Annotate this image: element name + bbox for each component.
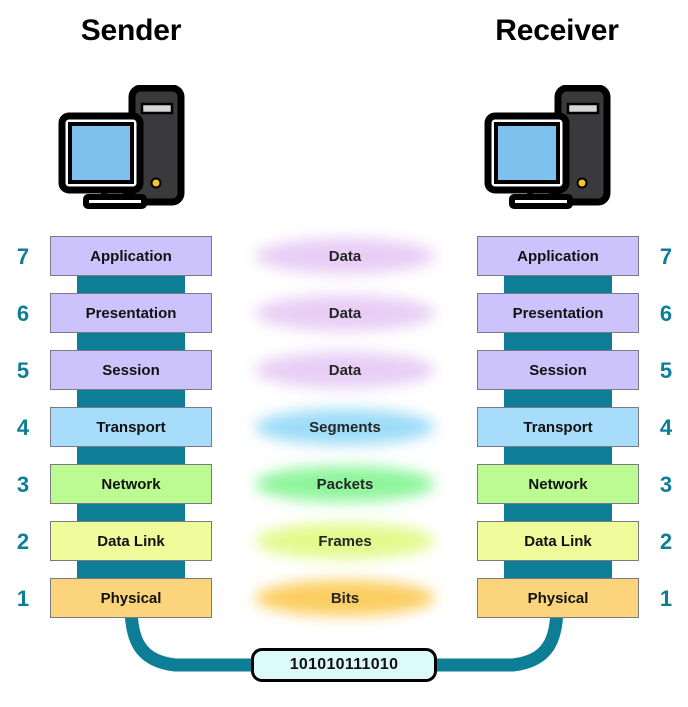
layer-connector: [504, 502, 612, 521]
receiver-layer-number-7: 7: [659, 244, 673, 269]
layer-connector: [77, 274, 185, 293]
receiver-layer-number-3: 3: [659, 472, 673, 497]
layer-row: 4 Transport: [17, 407, 212, 464]
sender-layer-data-link[interactable]: Data Link: [50, 521, 212, 561]
layer-connector: [77, 388, 185, 407]
pdu-column: Data Data Data Segments Packets Frames Bits: [252, 236, 438, 635]
layer-connector: [504, 559, 612, 578]
receiver-layer-number-5: 5: [659, 358, 673, 383]
sender-computer-icon: [56, 85, 192, 210]
pdu-row: Data: [252, 350, 438, 407]
layer-row: 3 Network: [17, 464, 212, 521]
receiver-layer-number-2: 2: [659, 529, 673, 554]
layer-connector: [504, 445, 612, 464]
pdu-label-segments: Segments: [309, 418, 381, 436]
sender-layer-number-4: 4: [16, 415, 30, 440]
layer-row: 7 Application: [477, 236, 672, 293]
pdu-row: Data: [252, 293, 438, 350]
layer-row: 5 Session: [17, 350, 212, 407]
layer-row: 4 Transport: [477, 407, 672, 464]
receiver-layer-number-6: 6: [659, 301, 673, 326]
sender-layer-presentation[interactable]: Presentation: [50, 293, 212, 333]
receiver-layer-session[interactable]: Session: [477, 350, 639, 390]
sender-layer-network[interactable]: Network: [50, 464, 212, 504]
pdu-label-frames: Frames: [318, 532, 372, 550]
receiver-layer-physical[interactable]: Physical: [477, 578, 639, 618]
receiver-computer-icon: [482, 85, 618, 210]
receiver-title: Receiver: [495, 14, 619, 47]
pdu-row: Data: [252, 236, 438, 293]
layer-row: 3 Network: [477, 464, 672, 521]
sender-layer-application[interactable]: Application: [50, 236, 212, 276]
sender-layer-number-5: 5: [16, 358, 30, 383]
bits-value-box: 101010111010: [251, 648, 437, 682]
sender-title: Sender: [80, 14, 182, 47]
receiver-layer-data-link[interactable]: Data Link: [477, 521, 639, 561]
sender-layer-physical[interactable]: Physical: [50, 578, 212, 618]
sender-layer-number-6: 6: [16, 301, 30, 326]
layer-row: 7 Application: [17, 236, 212, 293]
pdu-row: Frames: [252, 521, 438, 578]
layer-connector: [77, 559, 185, 578]
layer-connector: [77, 445, 185, 464]
receiver-layer-stack: 7 Application 6 Presentation 5 Session 4 Transp…: [477, 236, 672, 635]
layer-row: 2 Data Link: [17, 521, 212, 578]
sender-layer-transport[interactable]: Transport: [50, 407, 212, 447]
layer-connector: [77, 502, 185, 521]
pdu-label-data: Data: [328, 304, 362, 322]
receiver-layer-application[interactable]: Application: [477, 236, 639, 276]
layer-row: 6 Presentation: [477, 293, 672, 350]
pdu-row: Packets: [252, 464, 438, 521]
receiver-layer-presentation[interactable]: Presentation: [477, 293, 639, 333]
pdu-row: Segments: [252, 407, 438, 464]
layer-row: 5 Session: [477, 350, 672, 407]
receiver-layer-transport[interactable]: Transport: [477, 407, 639, 447]
sender-layer-number-3: 3: [16, 472, 30, 497]
layer-connector: [77, 331, 185, 350]
sender-layer-session[interactable]: Session: [50, 350, 212, 390]
layer-connector: [504, 331, 612, 350]
layer-connector: [504, 388, 612, 407]
pdu-label-data: Data: [328, 361, 362, 379]
receiver-layer-network[interactable]: Network: [477, 464, 639, 504]
pdu-label-bits: Bits: [330, 589, 360, 607]
receiver-layer-number-4: 4: [659, 415, 673, 440]
layer-row: 2 Data Link: [477, 521, 672, 578]
layer-row: 6 Presentation: [17, 293, 212, 350]
sender-layer-number-7: 7: [16, 244, 30, 269]
pdu-label-packets: Packets: [316, 475, 374, 493]
sender-layer-stack: 7 Application 6 Presentation 5 Session 4 Transp…: [17, 236, 212, 635]
pdu-label-data: Data: [328, 247, 362, 265]
sender-layer-number-2: 2: [16, 529, 30, 554]
layer-connector: [504, 274, 612, 293]
